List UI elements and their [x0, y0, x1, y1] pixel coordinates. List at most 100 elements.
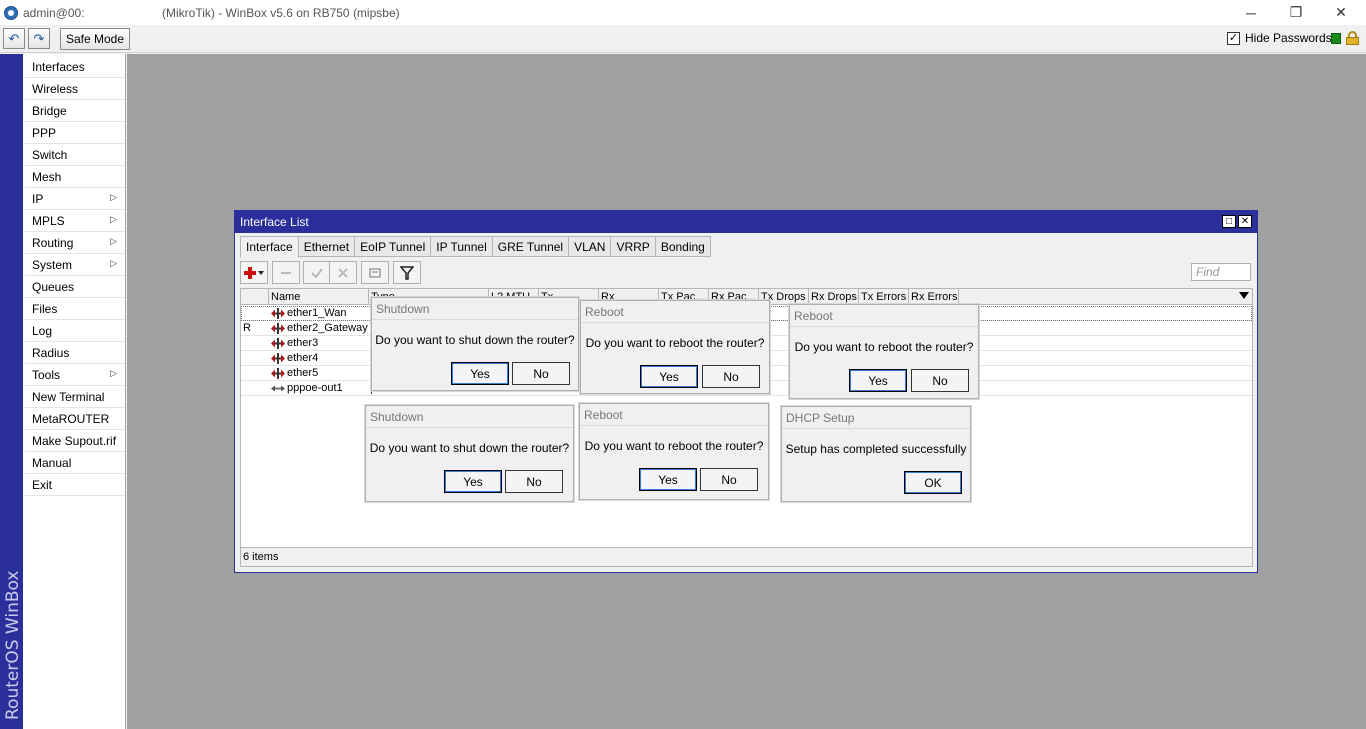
- tab-gre-tunnel[interactable]: GRE Tunnel: [492, 236, 570, 257]
- menu-item-manual[interactable]: Manual: [25, 452, 125, 474]
- ok-button[interactable]: OK: [904, 471, 962, 494]
- menu-item-ppp[interactable]: PPP: [25, 122, 125, 144]
- titlebar-title: (MikroTik) - WinBox v5.6 on RB750 (mipsb…: [162, 6, 400, 20]
- ethernet-interface-icon: [271, 308, 285, 319]
- menu-item-tools[interactable]: Tools ▷: [25, 364, 125, 386]
- yes-button[interactable]: Yes: [639, 468, 697, 491]
- window-maximize-icon[interactable]: □: [1222, 215, 1236, 228]
- remove-icon: [281, 271, 291, 274]
- dialog-title: Reboot: [580, 404, 768, 426]
- comment-button[interactable]: [361, 261, 389, 284]
- menu-item-bridge[interactable]: Bridge: [25, 100, 125, 122]
- hide-passwords-checkbox[interactable]: ✓: [1227, 31, 1240, 45]
- column-header-rx-drops[interactable]: Rx Drops: [809, 289, 859, 305]
- dialog-title: Shutdown: [372, 298, 578, 320]
- menu-item-system[interactable]: System ▷: [25, 254, 125, 276]
- tab-vrrp[interactable]: VRRP: [611, 236, 656, 257]
- side-menu: Interfaces Wireless Bridge PPP Switch Mesh IP ▷…: [23, 54, 126, 729]
- no-button[interactable]: No: [702, 365, 760, 388]
- column-header-name[interactable]: Name: [269, 289, 369, 305]
- ethernet-interface-icon: [271, 338, 285, 349]
- menu-item-mpls[interactable]: MPLS ▷: [25, 210, 125, 232]
- redo-icon[interactable]: ↷: [28, 28, 50, 49]
- remove-button[interactable]: [272, 261, 300, 284]
- filter-button[interactable]: [393, 261, 421, 284]
- menu-item-interfaces[interactable]: Interfaces: [25, 56, 125, 78]
- find-input[interactable]: Find: [1191, 263, 1251, 281]
- interface-tabs: Interface Ethernet EoIP Tunnel IP Tunnel GRE…: [240, 236, 711, 258]
- dialog-title: DHCP Setup: [782, 407, 970, 429]
- menu-item-label: Queues: [32, 279, 75, 294]
- no-button[interactable]: No: [911, 369, 969, 392]
- menu-item-label: Bridge: [32, 103, 67, 118]
- menu-item-label: Switch: [32, 147, 68, 162]
- reboot-dialog-1: Reboot Do you want to reboot the router?…: [580, 300, 770, 394]
- brand-text: RouterOS WinBox: [3, 570, 23, 720]
- menu-item-label: MetaROUTER: [32, 411, 110, 426]
- menu-item-exit[interactable]: Exit: [25, 474, 125, 496]
- menu-item-files[interactable]: Files: [25, 298, 125, 320]
- tab-ethernet[interactable]: Ethernet: [298, 236, 356, 257]
- menu-item-metarouter[interactable]: MetaROUTER: [25, 408, 125, 430]
- yes-button[interactable]: Yes: [451, 362, 509, 385]
- menu-item-switch[interactable]: Switch: [25, 144, 125, 166]
- column-header-rx-errors[interactable]: Rx Errors: [909, 289, 959, 305]
- interface-list-title: Interface List: [240, 215, 309, 229]
- row-flag: R: [243, 322, 251, 334]
- menu-item-routing[interactable]: Routing ▷: [25, 232, 125, 254]
- undo-icon[interactable]: ↶: [3, 28, 25, 49]
- menu-item-queues[interactable]: Queues: [25, 276, 125, 298]
- menu-item-ip[interactable]: IP ▷: [25, 188, 125, 210]
- menu-item-wireless[interactable]: Wireless: [25, 78, 125, 100]
- tab-vlan[interactable]: VLAN: [569, 236, 612, 257]
- yes-button[interactable]: Yes: [444, 470, 502, 493]
- hide-passwords-toggle[interactable]: ✓ Hide Passwords: [1227, 31, 1332, 45]
- reboot-dialog-3: Reboot Do you want to reboot the router?…: [579, 403, 769, 500]
- enable-button[interactable]: [303, 261, 331, 284]
- x-icon: [338, 267, 348, 278]
- dialog-message: Do you want to shut down the router?: [369, 441, 570, 455]
- menu-item-radius[interactable]: Radius: [25, 342, 125, 364]
- shutdown-dialog-1: Shutdown Do you want to shut down the ro…: [371, 297, 579, 391]
- ethernet-interface-icon: [271, 353, 285, 364]
- no-button[interactable]: No: [700, 468, 758, 491]
- row-name: ether1_Wan: [287, 307, 347, 319]
- tab-ip-tunnel[interactable]: IP Tunnel: [431, 236, 493, 257]
- disable-button[interactable]: [329, 261, 357, 284]
- menu-item-label: Tools: [32, 367, 61, 382]
- menu-item-make-supout-rif[interactable]: Make Supout.rif: [25, 430, 125, 452]
- column-header-tx-errors[interactable]: Tx Errors: [859, 289, 909, 305]
- tab-eoip-tunnel[interactable]: EoIP Tunnel: [355, 236, 432, 257]
- menu-item-label: Wireless: [32, 81, 79, 96]
- interface-list-titlebar[interactable]: Interface List: [235, 211, 1257, 233]
- menu-item-label: Routing: [32, 235, 74, 250]
- flag-column-header[interactable]: [241, 289, 269, 305]
- row-name: ether2_Gateway: [287, 322, 368, 334]
- tab-bonding[interactable]: Bonding: [655, 236, 711, 257]
- no-button[interactable]: No: [512, 362, 570, 385]
- minimize-button[interactable]: ─: [1228, 0, 1274, 25]
- menu-item-mesh[interactable]: Mesh: [25, 166, 125, 188]
- dialog-message: Do you want to shut down the router?: [375, 333, 575, 347]
- submenu-arrow-icon: ▷: [110, 368, 117, 378]
- no-button[interactable]: No: [505, 470, 563, 493]
- close-button[interactable]: ✕: [1318, 0, 1364, 25]
- winbox-app-icon: [4, 6, 18, 20]
- menu-item-log[interactable]: Log: [25, 320, 125, 342]
- main-toolbar: ↶ ↷ Safe Mode ✓ Hide Passwords: [0, 25, 1366, 53]
- menu-item-label: Mesh: [32, 169, 62, 184]
- window-close-icon[interactable]: ✕: [1238, 215, 1252, 228]
- restore-button[interactable]: ❐: [1273, 0, 1319, 25]
- safe-mode-button[interactable]: Safe Mode: [60, 28, 130, 50]
- row-name: ether3: [287, 337, 319, 349]
- column-menu-icon[interactable]: [1239, 292, 1249, 299]
- reboot-dialog-2: Reboot Do you want to reboot the router?…: [789, 304, 979, 399]
- yes-button[interactable]: Yes: [640, 365, 698, 388]
- check-icon: [311, 267, 323, 279]
- menu-item-label: System: [32, 257, 73, 272]
- add-button[interactable]: [240, 261, 268, 284]
- add-icon: [244, 266, 264, 279]
- menu-item-new-terminal[interactable]: New Terminal: [25, 386, 125, 408]
- yes-button[interactable]: Yes: [849, 369, 907, 392]
- tab-interface[interactable]: Interface: [240, 236, 299, 258]
